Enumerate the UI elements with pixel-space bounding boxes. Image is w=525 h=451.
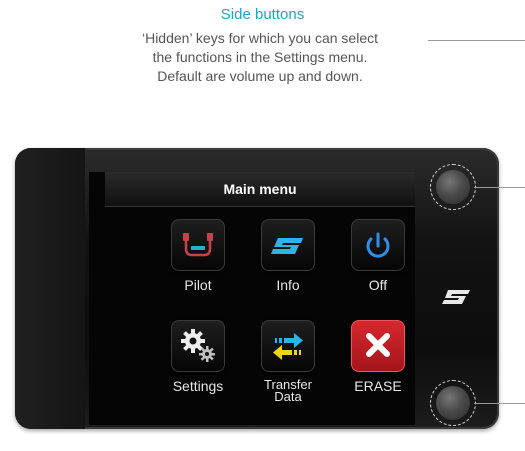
- menu-item-transfer-data[interactable]: Transfer Data: [243, 320, 333, 403]
- menu-label-transfer-data: Transfer Data: [243, 378, 333, 404]
- pointer-line-top: [474, 187, 525, 188]
- device-left-bezel: [15, 148, 85, 429]
- side-button-top[interactable]: [436, 170, 470, 204]
- annotation-line-2: the functions in the Settings menu.: [152, 49, 368, 65]
- menu-item-settings[interactable]: Settings: [153, 320, 243, 393]
- power-icon: [351, 219, 405, 271]
- annotation-line-3: Default are volume up and down.: [157, 68, 363, 84]
- brand-logo-icon: [441, 288, 471, 311]
- annotation-body: ‘Hidden’ keys for which you can select t…: [110, 29, 410, 86]
- transfer-arrows-icon: [261, 320, 315, 372]
- device-body: Main menu Pilot Info Off Settings Transf…: [15, 148, 499, 429]
- gears-icon: [171, 320, 225, 372]
- side-button-bottom[interactable]: [436, 386, 470, 420]
- menu-item-pilot[interactable]: Pilot: [153, 219, 243, 292]
- screen-header: Main menu: [105, 172, 415, 207]
- device-screen: Main menu Pilot Info Off Settings Transf…: [89, 172, 415, 425]
- annotation-pointer-line: [428, 40, 525, 41]
- menu-item-info[interactable]: Info: [243, 219, 333, 292]
- menu-label-data: Data: [274, 389, 302, 404]
- menu-item-erase[interactable]: ERASE: [333, 320, 423, 393]
- menu-label-erase: ERASE: [354, 378, 402, 394]
- x-icon: [351, 320, 405, 372]
- menu-label-settings: Settings: [172, 378, 224, 394]
- menu-label-info: Info: [276, 277, 300, 293]
- menu-label-pilot: Pilot: [184, 277, 212, 293]
- brand-logo-icon: [261, 219, 315, 271]
- menu-item-off[interactable]: Off: [333, 219, 423, 292]
- annotation-line-1: ‘Hidden’ keys for which you can select: [141, 30, 379, 46]
- menu-label-off: Off: [368, 277, 388, 293]
- steering-wheel-icon: [171, 219, 225, 271]
- pointer-line-bottom: [474, 403, 525, 404]
- annotation-title: Side buttons: [220, 6, 305, 23]
